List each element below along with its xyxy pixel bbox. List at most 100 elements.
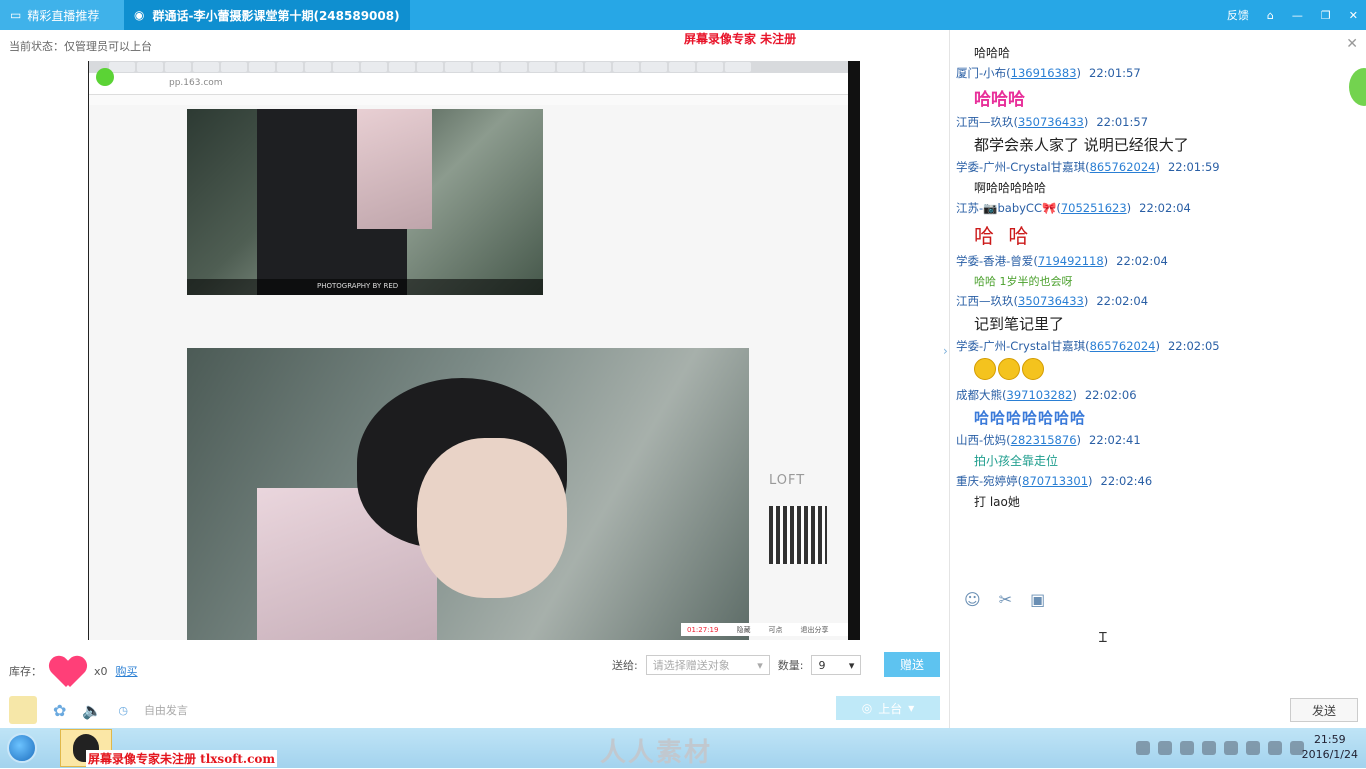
recorder-watermark: 屏幕录像专家 未注册 bbox=[684, 32, 797, 46]
grin-emoji-icon bbox=[998, 358, 1020, 380]
chevron-right-icon[interactable]: › bbox=[943, 344, 948, 358]
clock[interactable]: 21:59 2016/1/24 bbox=[1302, 732, 1358, 762]
chat-message-header[interactable]: 成都大熊(397103282) 22:02:06 bbox=[956, 387, 1346, 403]
share-clickable[interactable]: 可点 bbox=[768, 625, 782, 635]
close-icon[interactable]: ✕ bbox=[1349, 9, 1358, 22]
chat-sender-qq[interactable]: 282315876 bbox=[1011, 433, 1077, 447]
location-pin-icon: ◉ bbox=[134, 8, 145, 22]
chat-sender-name[interactable]: 江西—玖玖 bbox=[956, 115, 1014, 129]
chat-sender-qq[interactable]: 397103282 bbox=[1007, 388, 1073, 402]
chat-sender-qq[interactable]: 865762024 bbox=[1090, 160, 1156, 174]
chat-sender-name[interactable]: 学委-广州-Crystal甘嘉琪 bbox=[956, 160, 1085, 174]
qq-tray-icon[interactable] bbox=[1202, 741, 1216, 755]
skin-icon[interactable]: ⌂ bbox=[1267, 9, 1274, 22]
chat-message-header[interactable]: 重庆-宛婷婷(870713301) 22:02:46 bbox=[956, 473, 1346, 489]
chat-message-header[interactable]: 江西—玖玖(350736433) 22:01:57 bbox=[956, 114, 1346, 130]
free-speak-icon[interactable]: ◷ bbox=[118, 704, 128, 717]
title-bar: ▭ 精彩直播推荐 ◉ 群通话-李小蕾摄影课堂第十期(248589008) 反馈 … bbox=[0, 0, 1366, 30]
taskbar-watermark: 屏幕录像专家未注册 tlxsoft.com bbox=[86, 750, 278, 767]
chat-sender-name[interactable]: 厦门-小布 bbox=[956, 66, 1006, 80]
chat-sender-name[interactable]: 成都大熊 bbox=[956, 388, 1002, 402]
free-speak-label[interactable]: 自由发言 bbox=[144, 702, 188, 718]
photo-caption: PHOTOGRAPHY BY RED bbox=[187, 279, 543, 295]
tab-recommend-label: 精彩直播推荐 bbox=[27, 8, 100, 23]
buy-link[interactable]: 购买 bbox=[116, 663, 138, 679]
start-button[interactable] bbox=[0, 728, 44, 768]
chat-sender-qq[interactable]: 705251623 bbox=[1061, 201, 1127, 215]
chat-message-header[interactable]: 山西-优妈(282315876) 22:02:41 bbox=[956, 432, 1346, 448]
browser-address: pp.163.com bbox=[89, 73, 860, 95]
mic-icon: ◎ bbox=[861, 701, 873, 715]
float-badge[interactable] bbox=[1349, 68, 1366, 106]
chat-sender-qq[interactable]: 719492118 bbox=[1038, 254, 1104, 268]
help-icon[interactable] bbox=[1158, 741, 1172, 755]
chat-message-text: 记到笔记里了 bbox=[974, 315, 1065, 333]
chat-message-header[interactable]: 学委-广州-Crystal甘嘉琪(865762024) 22:01:59 bbox=[956, 159, 1346, 175]
chat-timestamp: 22:01:57 bbox=[1089, 66, 1141, 80]
chat-sender-name[interactable]: 江西—玖玖 bbox=[956, 294, 1014, 308]
tab-recommend[interactable]: ▭ 精彩直播推荐 bbox=[0, 0, 124, 30]
settings-icon[interactable]: ✿ bbox=[53, 701, 66, 720]
chat-sender-qq[interactable]: 865762024 bbox=[1090, 339, 1156, 353]
chat-message-text: 都学会亲人家了 说明已经很大了 bbox=[974, 136, 1189, 154]
chat-toolbar: ☺ ✂ ▣ bbox=[964, 590, 1045, 609]
gift-count: x0 bbox=[94, 664, 108, 678]
app-icon[interactable] bbox=[9, 696, 37, 724]
go-stage-button[interactable]: ◎ 上台 ▾ bbox=[836, 696, 940, 720]
chat-message-text: 拍小孩全靠走位 bbox=[974, 454, 1059, 468]
chat-message-header[interactable]: 学委-广州-Crystal甘嘉琪(865762024) 22:02:05 bbox=[956, 338, 1346, 354]
chat-sender-name[interactable]: 山西-优妈 bbox=[956, 433, 1006, 447]
taskbar: 屏幕录像专家未注册 tlxsoft.com 人人素材 21:59 2016/1/… bbox=[0, 728, 1366, 768]
emoji-icon[interactable]: ☺ bbox=[964, 590, 981, 609]
give-button[interactable]: 赠送 bbox=[884, 652, 940, 677]
chat-timestamp: 22:02:04 bbox=[1139, 201, 1191, 215]
signal-icon[interactable] bbox=[1268, 741, 1282, 755]
screen-share-video[interactable]: pp.163.com PHOTOGRAPHY BY RED LOFT 01:27… bbox=[88, 61, 860, 640]
browser-tabs bbox=[89, 61, 860, 73]
share-exit[interactable]: 退出分享 bbox=[800, 625, 828, 635]
chevron-down-icon: ▾ bbox=[757, 658, 763, 672]
chevron-down-icon[interactable]: ▾ bbox=[908, 701, 914, 715]
chat-message-text: 哈哈哈 bbox=[974, 46, 1011, 60]
chat-timestamp: 22:02:06 bbox=[1084, 388, 1137, 402]
chat-message-header[interactable]: 学委-香港-曾爱(719492118) 22:02:04 bbox=[956, 253, 1346, 269]
chat-sender-name[interactable]: 江苏-📷babyCC🎀 bbox=[956, 201, 1056, 215]
speaker-icon[interactable]: 🔈 bbox=[82, 701, 102, 720]
chevron-up-icon[interactable] bbox=[1180, 741, 1194, 755]
chat-sender-qq[interactable]: 870713301 bbox=[1022, 474, 1088, 488]
minimize-icon[interactable]: — bbox=[1292, 9, 1303, 22]
chat-timestamp: 22:01:59 bbox=[1167, 160, 1220, 174]
scissors-icon[interactable]: ✂ bbox=[999, 590, 1012, 609]
tab-group-call[interactable]: ◉ 群通话-李小蕾摄影课堂第十期(248589008) bbox=[124, 0, 410, 30]
chat-sender-name[interactable]: 学委-广州-Crystal甘嘉琪 bbox=[956, 339, 1085, 353]
keyboard-icon[interactable] bbox=[1136, 741, 1150, 755]
chat-message-text: 哈哈 1岁半的也会呀 bbox=[974, 275, 1073, 288]
share-controls[interactable]: 01:27:19 隐藏 可点 退出分享 bbox=[681, 623, 851, 636]
chat-message-header[interactable]: 江西—玖玖(350736433) 22:02:04 bbox=[956, 293, 1346, 309]
share-hide[interactable]: 隐藏 bbox=[736, 625, 750, 635]
chat-panel: 哈哈哈 厦门-小布(136916383) 22:01:57 哈哈哈 江西—玖玖(3507… bbox=[956, 40, 1346, 510]
panel-divider[interactable] bbox=[949, 30, 950, 728]
feedback-link[interactable]: 反馈 bbox=[1227, 7, 1249, 23]
plus-icon[interactable] bbox=[1224, 741, 1238, 755]
chat-message-header[interactable]: 厦门-小布(136916383) 22:01:57 bbox=[956, 65, 1346, 81]
close-icon[interactable]: ✕ bbox=[1346, 36, 1358, 52]
recipient-select[interactable]: 请选择赠送对象 ▾ bbox=[645, 655, 770, 675]
gift-inventory: 库存： x0 购买 bbox=[9, 655, 138, 687]
battery-icon[interactable] bbox=[1246, 741, 1260, 755]
chat-sender-qq[interactable]: 350736433 bbox=[1018, 294, 1084, 308]
browser-bookmarks bbox=[89, 95, 860, 105]
loft-logo: LOFT bbox=[769, 473, 806, 488]
video-scrollbar[interactable] bbox=[848, 61, 860, 640]
send-button[interactable]: 发送 bbox=[1290, 698, 1358, 722]
heart-icon[interactable] bbox=[50, 655, 86, 687]
chat-sender-name[interactable]: 学委-香港-曾爱 bbox=[956, 254, 1033, 268]
chat-message-header[interactable]: 江苏-📷babyCC🎀(705251623) 22:02:04 bbox=[956, 200, 1346, 216]
image-icon[interactable]: ▣ bbox=[1030, 590, 1045, 609]
chat-sender-qq[interactable]: 136916383 bbox=[1011, 66, 1077, 80]
chat-sender-qq[interactable]: 350736433 bbox=[1018, 115, 1084, 129]
system-tray bbox=[1136, 728, 1304, 768]
quantity-select[interactable]: 9 ▾ bbox=[811, 655, 862, 675]
maximize-icon[interactable]: ❐ bbox=[1321, 9, 1331, 22]
chat-sender-name[interactable]: 重庆-宛婷婷 bbox=[956, 474, 1018, 488]
